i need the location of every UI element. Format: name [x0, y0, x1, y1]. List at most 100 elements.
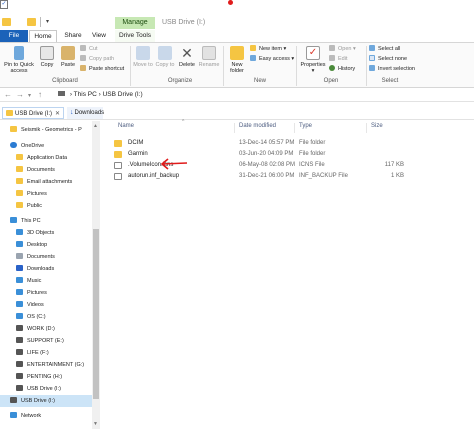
pin-icon — [14, 46, 24, 60]
history-clock-icon — [329, 65, 335, 71]
scroll-down-icon[interactable]: ▼ — [93, 421, 98, 427]
rename-button[interactable]: Rename — [198, 46, 220, 68]
select-none-button[interactable]: Select none — [369, 55, 407, 63]
nav-item-usb-drive[interactable]: USB Drive (I:) — [0, 383, 92, 395]
nav-item-penting-h[interactable]: PENTING (H:) — [0, 371, 92, 383]
invert-selection-icon — [369, 65, 375, 71]
paste-shortcut-button[interactable]: Paste shortcut — [80, 65, 124, 73]
breadcrumb[interactable]: › This PC › USB Drive (I:) — [58, 91, 143, 98]
file-row-dcim[interactable]: DCIM 13-Dec-14 05:57 PM File folder — [114, 138, 404, 149]
folder-icon — [16, 178, 23, 184]
nav-item-usb-drive-selected[interactable]: USB Drive (I:) — [0, 395, 92, 407]
nav-item-downloads[interactable]: Downloads — [0, 263, 92, 275]
column-header-name[interactable]: ^ Name — [118, 119, 184, 129]
address-bar: ← → ▾ ↑ › This PC › USB Drive (I:) — [0, 88, 474, 102]
invert-selection-button[interactable]: Invert selection — [369, 65, 415, 73]
back-arrow-icon[interactable]: ← — [4, 90, 12, 99]
copy-to-icon — [158, 46, 172, 60]
file-row-garmin[interactable]: Garmin 03-Jun-20 04:09 PM File folder — [114, 149, 404, 160]
nav-item-3d-objects[interactable]: 3D Objects — [0, 227, 92, 239]
nav-item-onedrive-pictures[interactable]: Pictures — [0, 188, 92, 200]
tab-file[interactable]: File — [0, 30, 28, 42]
nav-item-work-d[interactable]: WORK (D:) — [0, 323, 92, 335]
forward-arrow-icon[interactable]: → — [16, 90, 24, 99]
new-folder-icon[interactable] — [27, 18, 36, 26]
window-title: USB Drive (I:) — [162, 19, 206, 26]
nav-item-email-attachments[interactable]: Email attachments — [0, 176, 92, 188]
nav-item-videos[interactable]: Videos — [0, 299, 92, 311]
open-button[interactable]: Open ▾ — [329, 45, 356, 53]
breadcrumb-this-pc[interactable]: This PC — [74, 91, 97, 98]
drive-icon — [16, 373, 23, 379]
scroll-up-icon[interactable]: ▲ — [93, 123, 98, 129]
nav-item-entertainment-g[interactable]: ENTERTAINMENT (G:) — [0, 359, 92, 371]
nav-item-onedrive[interactable]: OneDrive — [0, 140, 92, 152]
tab-share[interactable]: Share — [60, 30, 86, 42]
tab-home[interactable]: Home — [29, 30, 57, 42]
tab-usb-drive[interactable]: USB Drive (I:) ✕ — [2, 107, 64, 119]
file-row-autorun-backup[interactable]: autorun.inf_backup 31-Dec-21 06:00 PM IN… — [114, 171, 404, 182]
nav-item-application-data[interactable]: Application Data — [0, 152, 92, 164]
column-divider[interactable] — [234, 123, 235, 133]
rename-icon — [202, 46, 216, 60]
copy-icon — [40, 46, 54, 60]
ribbon-divider — [130, 46, 131, 86]
nav-item-onedrive-documents[interactable]: Documents — [0, 164, 92, 176]
history-button[interactable]: History — [329, 65, 355, 73]
nav-item-pictures[interactable]: Pictures — [0, 287, 92, 299]
group-label-clipboard: Clipboard — [52, 78, 78, 84]
computer-icon — [10, 217, 17, 223]
paste-button[interactable]: Paste — [58, 46, 78, 68]
folder-icon — [114, 151, 122, 158]
file-icon — [114, 162, 122, 169]
drive-icon — [58, 91, 65, 96]
nav-item-support-e[interactable]: SUPPORT (E:) — [0, 335, 92, 347]
new-folder-button[interactable]: New folder — [226, 46, 248, 74]
usb-drive-icon — [16, 385, 23, 391]
tab-view[interactable]: View — [88, 30, 110, 42]
nav-item-music[interactable]: Music — [0, 275, 92, 287]
nav-item-network[interactable]: Network — [0, 410, 92, 422]
copy-to-button[interactable]: Copy to — [155, 46, 175, 68]
pin-to-quick-access-button[interactable]: Pin to Quick access — [2, 46, 36, 74]
nav-item-life-f[interactable]: LIFE (F:) — [0, 347, 92, 359]
customize-toolbar-chevron-down-icon[interactable]: ▾ — [46, 18, 49, 25]
nav-item-os-c[interactable]: OS (C:) — [0, 311, 92, 323]
cube-icon — [16, 229, 23, 235]
column-divider[interactable] — [294, 123, 295, 133]
copy-button[interactable]: Copy — [38, 46, 56, 68]
column-header-size[interactable]: Size — [371, 123, 383, 129]
nav-item-desktop[interactable]: Desktop — [0, 239, 92, 251]
contextual-tab-manage[interactable]: Manage — [115, 17, 155, 29]
column-header-type[interactable]: Type — [299, 123, 312, 129]
file-row-volumeicon[interactable]: .VolumeIcon.icns 06-May-08 02:08 PM ICNS… — [114, 160, 404, 171]
copy-path-button[interactable]: Copy path — [80, 55, 114, 63]
nav-item-seismik[interactable]: Seismik - Geometrics - P — [0, 124, 92, 136]
scrollbar-thumb[interactable] — [93, 229, 99, 399]
properties-button[interactable]: ✓ Properties ▾ — [299, 46, 327, 74]
tab-drive-tools[interactable]: Drive Tools — [115, 30, 155, 42]
nav-item-documents[interactable]: Documents — [0, 251, 92, 263]
edit-button[interactable]: Edit — [329, 55, 347, 63]
recent-locations-chevron-down-icon[interactable]: ▾ — [28, 92, 31, 99]
folder-icon[interactable] — [2, 18, 11, 26]
select-all-button[interactable]: Select all — [369, 45, 400, 53]
nav-item-public[interactable]: Public — [0, 200, 92, 212]
breadcrumb-usb-drive[interactable]: USB Drive (I:) — [103, 91, 143, 98]
new-item-button[interactable]: New item ▾ — [250, 45, 286, 53]
ribbon-divider — [296, 46, 297, 86]
close-icon[interactable]: ✕ — [55, 108, 60, 120]
group-label-new: New — [253, 78, 266, 84]
up-arrow-icon[interactable]: ↑ — [38, 90, 42, 99]
paste-shortcut-icon — [80, 65, 86, 71]
cut-button[interactable]: Cut — [80, 45, 98, 53]
properties-check-icon[interactable]: ✓ — [0, 0, 8, 9]
download-icon — [16, 265, 23, 271]
delete-button[interactable]: ✕ Delete — [177, 46, 197, 68]
column-divider[interactable] — [366, 123, 367, 133]
column-header-date[interactable]: Date modified — [239, 123, 276, 129]
move-to-button[interactable]: Move to — [133, 46, 153, 68]
tab-downloads[interactable]: ↓Downloads — [67, 107, 104, 119]
nav-item-this-pc[interactable]: This PC — [0, 215, 92, 227]
easy-access-button[interactable]: Easy access ▾ — [250, 55, 294, 63]
